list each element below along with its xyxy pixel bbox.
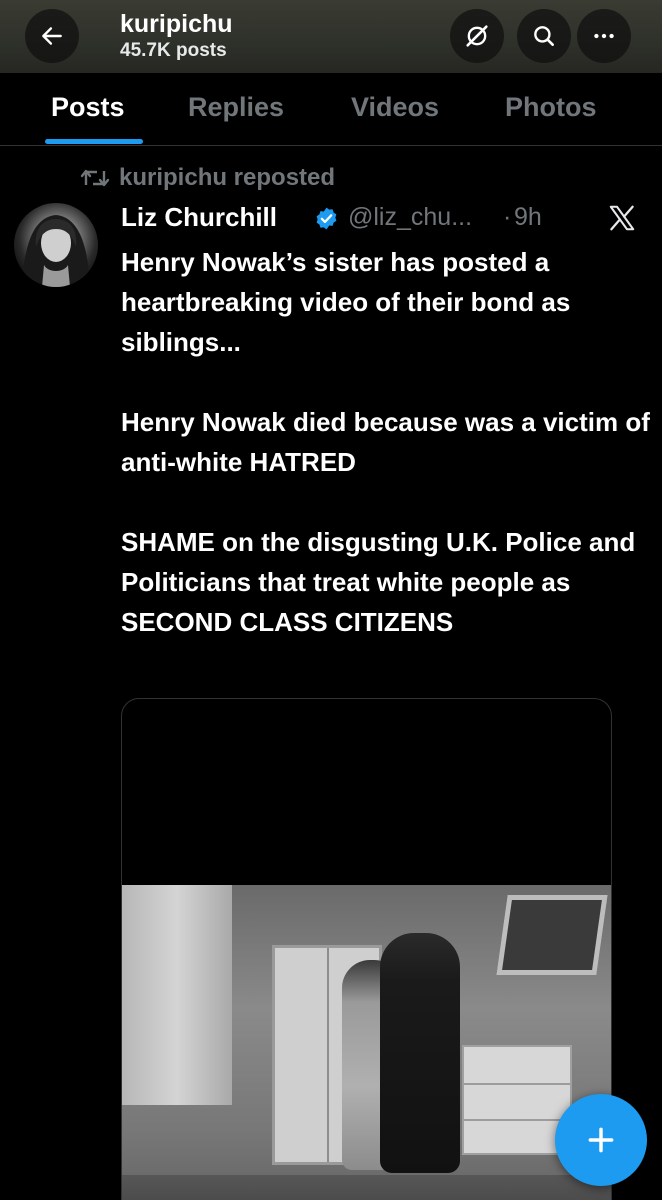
tab-replies[interactable]: Replies: [188, 92, 284, 123]
x-logo-icon[interactable]: [607, 203, 637, 233]
video-media[interactable]: [121, 698, 612, 1200]
verified-badge-icon: [316, 207, 337, 230]
post-time[interactable]: 9h: [514, 203, 542, 232]
profile-tabs: Posts Replies Videos Photos: [0, 73, 662, 145]
arrow-left-icon: [42, 27, 62, 45]
repost-label: kuripichu reposted: [119, 164, 336, 191]
tweet-author-row: Liz Churchill @liz_chu... · 9h: [121, 200, 651, 236]
author-handle[interactable]: @liz_chu...: [348, 203, 472, 232]
meta-separator: ·: [503, 203, 512, 231]
active-tab-indicator: [45, 139, 143, 144]
video-scene-person: [380, 933, 460, 1173]
more-horizontal-icon: [594, 33, 614, 39]
repost-indicator[interactable]: kuripichu reposted: [80, 163, 335, 193]
tab-videos[interactable]: Videos: [351, 92, 439, 123]
tab-posts[interactable]: Posts: [51, 92, 125, 123]
profile-header: kuripichu 45.7K posts: [0, 0, 662, 73]
tabs-divider: [0, 145, 662, 146]
search-button[interactable]: [517, 9, 571, 63]
plus-icon: [588, 1127, 614, 1153]
grok-slash-circle-icon: [466, 25, 488, 47]
avatar-portrait: [22, 215, 90, 287]
profile-timeline-screen: kuripichu 45.7K posts Posts Replies Vide…: [0, 0, 662, 1200]
tweet-paragraph-3: SHAME on the disgusting U.K. Police and …: [121, 527, 636, 637]
grok-button[interactable]: [450, 9, 504, 63]
search-icon: [534, 26, 554, 46]
video-scene-towel: [122, 885, 232, 1105]
post-count: 45.7K posts: [120, 40, 227, 61]
profile-name: kuripichu: [120, 10, 233, 38]
tweet-paragraph-2: Henry Nowak died because was a victim of…: [121, 407, 650, 477]
avatar[interactable]: [14, 203, 98, 287]
tab-photos[interactable]: Photos: [505, 92, 597, 123]
tweet-paragraph-1: Henry Nowak’s sister has posted a heartb…: [121, 247, 571, 357]
video-scene-window: [496, 895, 608, 975]
author-name[interactable]: Liz Churchill: [121, 202, 277, 233]
back-button[interactable]: [25, 9, 79, 63]
repost-icon: [80, 169, 110, 187]
compose-post-button[interactable]: [555, 1094, 647, 1186]
more-button[interactable]: [577, 9, 631, 63]
video-frame: [122, 885, 611, 1200]
video-scene-floor: [122, 1175, 611, 1200]
